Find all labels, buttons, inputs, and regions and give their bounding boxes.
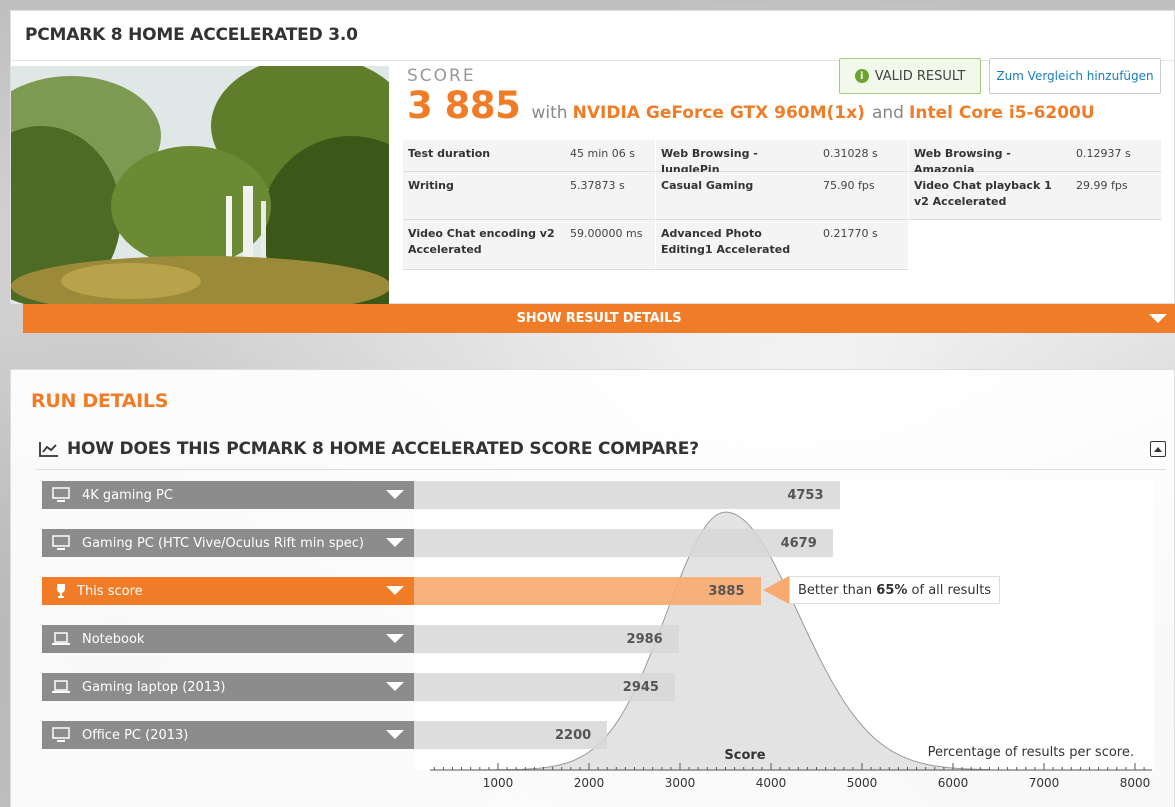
comparison-bar-label[interactable]: 4K gaming PC [42, 481, 414, 509]
comparison-bar-value: 2986 [626, 631, 663, 647]
comparison-bar-fill: 3885 [414, 577, 761, 605]
desktop-icon [52, 535, 70, 550]
x-axis-label: Score [724, 748, 765, 763]
x-tick-label: 6000 [938, 776, 969, 790]
comparison-bar-fill: 2945 [414, 673, 675, 701]
trophy-icon [57, 584, 65, 598]
comparison-bar-value: 4679 [780, 535, 817, 551]
desktop-icon [52, 727, 70, 742]
x-tick-label: 7000 [1029, 776, 1060, 790]
x-tick-label: 2000 [574, 776, 605, 790]
comparison-bar-fill: 4753 [414, 481, 840, 509]
comparison-bar-label[interactable]: Gaming PC (HTC Vive/Oculus Rift min spec… [42, 529, 414, 557]
better-than-tooltip: Better than 65% of all results [789, 576, 1001, 604]
comparison-bar-name: Gaming laptop (2013) [82, 679, 226, 695]
comparison-bar-value: 2945 [622, 679, 659, 695]
x-tick-label: 4000 [756, 776, 787, 790]
comparison-bar-label[interactable]: This score [42, 577, 414, 605]
comparison-bar-fill: 4679 [414, 529, 833, 557]
better-than-suffix: of all results [911, 582, 992, 598]
chevron-down-icon [386, 634, 404, 643]
comparison-bar-label[interactable]: Notebook [42, 625, 414, 653]
better-than-percent: 65% [876, 582, 908, 598]
better-than-prefix: Better than [798, 582, 873, 598]
score-comparison-chart: 1000 2000 3000 4000 5000 6000 7000 8000 Score P… [0, 0, 1175, 807]
comparison-bar-value: 3885 [708, 583, 745, 599]
distribution-legend-label: Percentage of results per score. [928, 745, 1134, 760]
comparison-bar-label[interactable]: Gaming laptop (2013) [42, 673, 414, 701]
chevron-down-icon [386, 586, 404, 595]
laptop-icon [52, 632, 70, 645]
comparison-bar-value: 4753 [787, 487, 824, 503]
chevron-down-icon [386, 730, 404, 739]
tooltip-arrow [763, 576, 789, 604]
chevron-down-icon [386, 538, 404, 547]
comparison-bar-name: Notebook [82, 631, 145, 647]
laptop-icon [52, 680, 70, 693]
desktop-icon [52, 487, 70, 502]
comparison-bar-name: 4K gaming PC [82, 487, 173, 503]
comparison-bar-fill: 2986 [414, 625, 679, 653]
comparison-bar-fill: 2200 [414, 721, 608, 749]
x-tick-label: 8000 [1120, 776, 1151, 790]
x-tick-label: 5000 [847, 776, 878, 790]
chevron-down-icon [386, 682, 404, 691]
comparison-bar-name: Gaming PC (HTC Vive/Oculus Rift min spec… [82, 535, 365, 551]
chevron-down-icon [386, 490, 404, 499]
comparison-bar-name: Office PC (2013) [82, 727, 189, 743]
comparison-bar-name: This score [77, 583, 143, 599]
x-tick-label: 1000 [483, 776, 514, 790]
comparison-bar-label[interactable]: Office PC (2013) [42, 721, 414, 749]
comparison-bar-value: 2200 [555, 727, 592, 743]
x-tick-label: 3000 [665, 776, 696, 790]
